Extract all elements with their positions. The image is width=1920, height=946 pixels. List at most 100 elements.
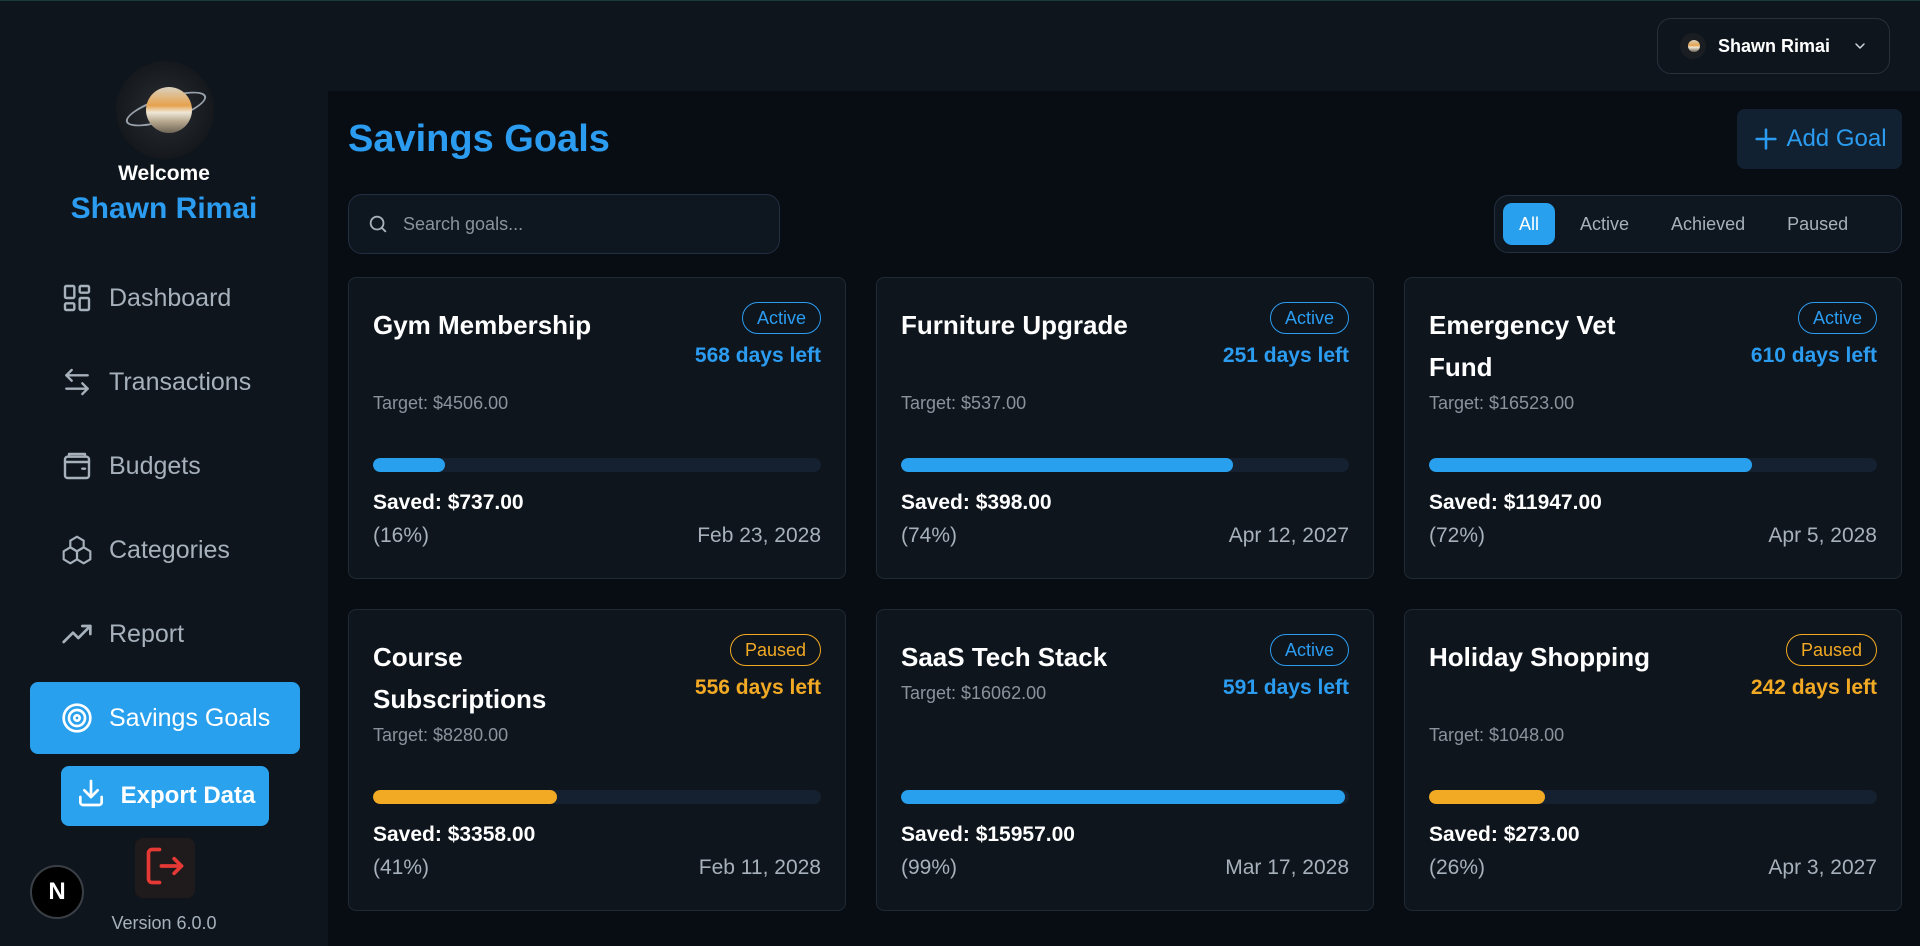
progress-fill bbox=[901, 790, 1345, 804]
user-menu-button[interactable]: Shawn Rimai bbox=[1657, 18, 1890, 74]
goal-target: Target: $4506.00 bbox=[373, 393, 509, 413]
progress-fill bbox=[1429, 458, 1752, 472]
goal-saved: Saved: $398.00 bbox=[901, 491, 1052, 514]
filter-all[interactable]: All bbox=[1503, 203, 1556, 245]
goal-percent: (26%) bbox=[1429, 856, 1486, 879]
logout-icon bbox=[143, 844, 187, 893]
export-data-label: Export Data bbox=[120, 782, 256, 809]
sidebar-item-savings-goals[interactable]: Savings Goals bbox=[30, 682, 300, 754]
sidebar-item-label: Report bbox=[109, 619, 185, 648]
goal-title: Emergency Vet Fund bbox=[1429, 310, 1616, 382]
trending-up-icon bbox=[61, 618, 93, 650]
days-left: 556 days left bbox=[694, 676, 821, 699]
goal-percent: (41%) bbox=[373, 856, 430, 879]
logout-button[interactable] bbox=[135, 838, 195, 898]
goal-target: Target: $16523.00 bbox=[1429, 393, 1575, 413]
goal-card[interactable]: Emergency Vet Fund Active 610 days left … bbox=[1404, 277, 1902, 579]
boxes-icon bbox=[61, 534, 93, 566]
progress-track bbox=[373, 458, 821, 472]
goal-target: Target: $1048.00 bbox=[1429, 725, 1565, 745]
goal-saved: Saved: $11947.00 bbox=[1429, 491, 1602, 514]
goal-card[interactable]: Gym Membership Active 568 days left Targ… bbox=[348, 277, 846, 579]
sidebar-item-label: Budgets bbox=[109, 451, 201, 480]
goal-date: Apr 5, 2028 bbox=[1768, 524, 1877, 547]
welcome-text: Welcome bbox=[118, 162, 210, 185]
goal-saved: Saved: $3358.00 bbox=[373, 823, 536, 846]
goal-percent: (16%) bbox=[373, 524, 430, 547]
sidebar: Welcome Shawn Rimai Dashboard Transactio… bbox=[0, 1, 328, 946]
goal-title: SaaS Tech Stack bbox=[901, 642, 1108, 672]
progress-fill bbox=[1429, 790, 1546, 804]
status-badge: Active bbox=[1269, 302, 1349, 334]
sidebar-item-label: Savings Goals bbox=[109, 703, 271, 732]
days-left: 242 days left bbox=[1750, 676, 1877, 699]
status-badge: Active bbox=[1797, 302, 1877, 334]
goal-card[interactable]: Furniture Upgrade Active 251 days left T… bbox=[876, 277, 1374, 579]
progress-fill bbox=[901, 458, 1233, 472]
goal-date: Apr 3, 2027 bbox=[1768, 856, 1877, 879]
target-icon bbox=[61, 702, 93, 734]
avatar bbox=[1680, 33, 1706, 59]
add-goal-label: Add Goal bbox=[1786, 125, 1887, 152]
goal-target: Target: $8280.00 bbox=[373, 725, 509, 745]
search-box bbox=[348, 194, 780, 254]
sidebar-item-budgets[interactable]: Budgets bbox=[30, 430, 300, 502]
status-badge: Active bbox=[1269, 634, 1349, 666]
goal-card[interactable]: SaaS Tech Stack Active 591 days left Tar… bbox=[876, 609, 1374, 911]
days-left: 610 days left bbox=[1750, 344, 1877, 367]
goal-target: Target: $16062.00 bbox=[901, 683, 1047, 703]
goal-card[interactable]: Holiday Shopping Paused 242 days left Ta… bbox=[1404, 609, 1902, 911]
filter-paused[interactable]: Paused bbox=[1770, 203, 1865, 245]
download-icon bbox=[75, 777, 107, 816]
plus-icon bbox=[1752, 125, 1780, 153]
search-icon bbox=[367, 213, 389, 235]
goal-title: Holiday Shopping bbox=[1429, 642, 1650, 672]
search-input[interactable] bbox=[403, 213, 763, 235]
status-filter-group: All Active Achieved Paused bbox=[1494, 195, 1902, 253]
goal-card[interactable]: Course Subscriptions Paused 556 days lef… bbox=[348, 609, 846, 911]
arrows-swap-icon bbox=[61, 366, 93, 398]
goal-target: Target: $537.00 bbox=[901, 393, 1027, 413]
goal-date: Feb 23, 2028 bbox=[697, 524, 821, 547]
progress-track bbox=[373, 790, 821, 804]
sidebar-item-report[interactable]: Report bbox=[30, 598, 300, 670]
sidebar-item-label: Dashboard bbox=[109, 283, 232, 312]
days-left: 591 days left bbox=[1222, 676, 1349, 699]
user-menu-name: Shawn Rimai bbox=[1718, 35, 1831, 56]
dashboard-icon bbox=[61, 282, 93, 314]
chevron-down-icon bbox=[1852, 38, 1868, 54]
goal-percent: (99%) bbox=[901, 856, 958, 879]
goal-percent: (72%) bbox=[1429, 524, 1486, 547]
goal-date: Feb 11, 2028 bbox=[698, 856, 821, 879]
planet-graphic bbox=[146, 87, 192, 133]
days-left: 251 days left bbox=[1222, 344, 1349, 367]
sidebar-item-dashboard[interactable]: Dashboard bbox=[30, 262, 300, 334]
goal-title: Furniture Upgrade bbox=[901, 310, 1128, 340]
goal-title: Gym Membership bbox=[373, 310, 592, 340]
status-badge: Active bbox=[741, 302, 821, 334]
sidebar-item-label: Transactions bbox=[109, 367, 252, 396]
status-badge: Paused bbox=[1785, 634, 1877, 666]
add-goal-button[interactable]: Add Goal bbox=[1737, 109, 1902, 169]
sidebar-username: Shawn Rimai bbox=[70, 192, 258, 225]
sidebar-item-categories[interactable]: Categories bbox=[30, 514, 300, 586]
filter-active[interactable]: Active bbox=[1563, 203, 1646, 245]
filter-achieved[interactable]: Achieved bbox=[1654, 203, 1762, 245]
export-data-button[interactable]: Export Data bbox=[61, 766, 269, 826]
goal-date: Apr 12, 2027 bbox=[1228, 524, 1349, 547]
goal-saved: Saved: $15957.00 bbox=[901, 823, 1075, 846]
sidebar-item-transactions[interactable]: Transactions bbox=[30, 346, 300, 418]
progress-track bbox=[1429, 790, 1877, 804]
days-left: 568 days left bbox=[694, 344, 821, 367]
sidebar-item-label: Categories bbox=[109, 535, 230, 564]
goal-saved: Saved: $273.00 bbox=[1429, 823, 1580, 846]
framework-badge[interactable]: N bbox=[30, 865, 84, 919]
avatar[interactable] bbox=[116, 61, 214, 159]
progress-track bbox=[901, 458, 1349, 472]
goal-saved: Saved: $737.00 bbox=[373, 491, 524, 514]
version-text: Version 6.0.0 bbox=[111, 913, 217, 933]
progress-fill bbox=[373, 458, 445, 472]
progress-track bbox=[1429, 458, 1877, 472]
progress-fill bbox=[373, 790, 557, 804]
progress-track bbox=[901, 790, 1349, 804]
